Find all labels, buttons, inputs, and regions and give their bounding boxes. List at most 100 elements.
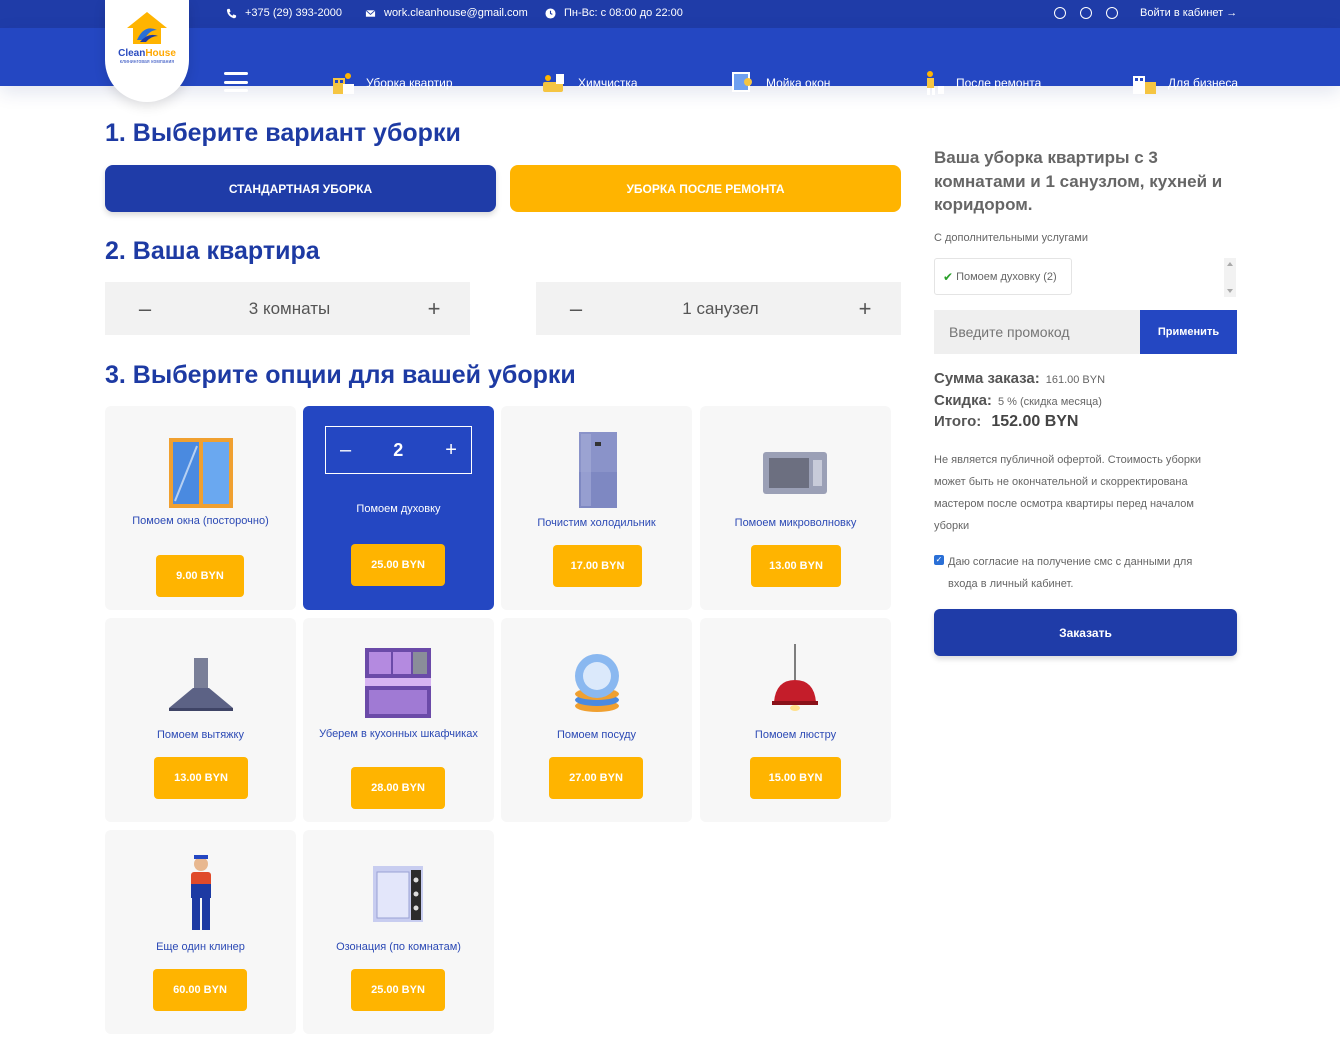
apply-promo-button[interactable]: Применить (1140, 310, 1237, 354)
nav-item-dry-cleaning[interactable]: Химчистка (540, 68, 638, 98)
mail-icon (365, 9, 376, 17)
offer-note: Не является публичной офертой. Стоимость… (934, 454, 1201, 532)
dishes-icon (575, 654, 619, 712)
option-label: Озонация (по комнатам) (336, 941, 461, 953)
promo-code-input[interactable] (934, 310, 1140, 354)
option-price-button[interactable]: 13.00 BYN (751, 545, 841, 587)
phone-text: +375 (29) 393-2000 (245, 7, 342, 19)
rooms-minus-button[interactable]: – (137, 296, 153, 322)
window-icon (169, 438, 233, 508)
order-sum-label: Сумма заказа: (934, 370, 1040, 387)
whatsapp-icon[interactable] (1054, 7, 1066, 19)
consent-checkbox[interactable]: ✓ (934, 555, 944, 565)
oven-quantity-stepper: – 2 + (325, 426, 472, 474)
bathrooms-minus-button[interactable]: – (568, 296, 584, 322)
order-sum-row: Сумма заказа: 161.00 BYN (934, 370, 1105, 387)
option-card-oven[interactable]: – 2 + Помоем духовку 25.00 BYN (303, 406, 494, 610)
nav-label: Для бизнеса (1168, 76, 1239, 90)
option-label: Еще один клинер (156, 941, 245, 953)
option-price-button[interactable]: 60.00 BYN (153, 969, 247, 1011)
working-hours: Пн-Вс: с 08:00 до 22:00 (545, 7, 683, 19)
extra-service-text: Помоем духовку (2) (956, 270, 1057, 283)
bathrooms-plus-button[interactable]: + (857, 296, 873, 322)
after-repair-cleaning-button[interactable]: Уборка после ремонта (510, 165, 901, 212)
scroll-down-icon[interactable] (1227, 289, 1233, 293)
business-icon (1133, 76, 1156, 94)
consent-text: Даю согласие на получение смс с данными … (948, 556, 1193, 590)
total-row: Итого: 152.00 BYN (934, 413, 1078, 431)
option-price-button[interactable]: 28.00 BYN (351, 767, 445, 809)
email-text: work.cleanhouse@gmail.com (384, 7, 528, 19)
social-links (1054, 7, 1118, 19)
option-card-ozonation[interactable]: Озонация (по комнатам) 25.00 BYN (303, 830, 494, 1034)
clock-icon (545, 7, 556, 19)
rooms-plus-button[interactable]: + (426, 296, 442, 322)
phone-link[interactable]: +375 (29) 393-2000 (226, 7, 342, 19)
option-label: Помоем духовку (356, 503, 441, 515)
step1-title: 1. Выберите вариант уборки (105, 119, 461, 147)
oven-minus-button[interactable]: – (340, 439, 351, 462)
total-value: 152.00 BYN (991, 413, 1079, 430)
post-renovation-icon (927, 71, 944, 95)
hood-icon (169, 658, 233, 711)
apartment-cleaning-icon (333, 73, 354, 94)
menu-icon[interactable] (224, 72, 248, 92)
extras-label: С дополнительными услугами (934, 232, 1088, 244)
sms-consent[interactable]: ✓ Даю согласие на получение смс с данным… (934, 551, 1224, 595)
top-bar: +375 (29) 393-2000 work.cleanhouse@gmail… (0, 0, 1340, 28)
option-card-chandelier[interactable]: Помоем люстру 15.00 BYN (700, 618, 891, 822)
option-card-microwave[interactable]: Помоем микроволновку 13.00 BYN (700, 406, 891, 610)
option-price-button[interactable]: 25.00 BYN (351, 969, 445, 1011)
nav-item-business[interactable]: Для бизнеса (1130, 68, 1238, 98)
nav-item-windows[interactable]: Мойка окон (728, 68, 830, 98)
option-price-button[interactable]: 9.00 BYN (156, 555, 244, 597)
logo[interactable]: CleanHouse клининговая компания (105, 0, 189, 102)
nav-label: Химчистка (578, 76, 638, 90)
option-card-fridge[interactable]: Почистим холодильник 17.00 BYN (501, 406, 692, 610)
bathrooms-value: 1 санузел (682, 298, 759, 318)
hours-text: Пн-Вс: с 08:00 до 22:00 (564, 7, 683, 19)
rooms-stepper: – 3 комнаты + (105, 282, 470, 335)
email-link[interactable]: work.cleanhouse@gmail.com (365, 7, 528, 19)
option-label: Помоем вытяжку (157, 729, 244, 741)
option-card-windows[interactable]: Помоем окна (посторочно) 9.00 BYN (105, 406, 296, 610)
oven-plus-button[interactable]: + (445, 439, 457, 462)
option-card-kitchen-cabinets[interactable]: Уберем в кухонных шкафчиках 28.00 BYN (303, 618, 494, 822)
chandelier-icon (772, 644, 818, 711)
standard-cleaning-button[interactable]: Стандартная уборка (105, 165, 496, 212)
option-card-hood[interactable]: Помоем вытяжку 13.00 BYN (105, 618, 296, 822)
bathrooms-stepper: – 1 санузел + (536, 282, 901, 335)
step3-title: 3. Выберите опции для вашей уборки (105, 361, 576, 389)
nav-item-after-repair[interactable]: После ремонта (918, 68, 1041, 98)
option-price-button[interactable]: 27.00 BYN (549, 757, 643, 799)
option-price-button[interactable]: 25.00 BYN (351, 544, 445, 586)
option-label: Помоем окна (посторочно) (132, 515, 269, 527)
option-price-button[interactable]: 13.00 BYN (154, 757, 248, 799)
option-price-button[interactable]: 15.00 BYN (750, 757, 841, 799)
cleaner-icon (191, 855, 211, 930)
option-card-dishes[interactable]: Помоем посуду 27.00 BYN (501, 618, 692, 822)
discount-value: 5 % (скидка месяца) (997, 396, 1102, 408)
nav-label: После ремонта (956, 76, 1042, 90)
dry-cleaning-icon (543, 74, 564, 92)
order-sum-value: 161.00 BYN (1045, 374, 1106, 386)
microwave-icon (763, 452, 827, 494)
option-label: Помоем люстру (754, 729, 837, 741)
scroll-up-icon[interactable] (1227, 262, 1233, 266)
telegram-icon[interactable] (1080, 7, 1092, 19)
extras-scrollbar[interactable] (1224, 258, 1236, 297)
nav-label: Уборка квартир (366, 76, 453, 90)
order-button[interactable]: Заказать (934, 609, 1237, 656)
option-card-extra-cleaner[interactable]: Еще один клинер 60.00 BYN (105, 830, 296, 1034)
total-label: Итого: (934, 413, 982, 430)
option-label: Помоем посуду (556, 729, 637, 741)
viber-icon[interactable] (1106, 7, 1118, 19)
nav-item-apartments[interactable]: Уборка квартир (328, 68, 453, 98)
discount-row: Скидка: 5 % (скидка месяца) (934, 392, 1102, 409)
login-link[interactable]: Войти в кабинет → (1140, 7, 1237, 19)
phone-icon (226, 8, 237, 18)
option-price-button[interactable]: 17.00 BYN (553, 545, 642, 587)
discount-label: Скидка: (934, 392, 992, 409)
ozonator-icon (373, 866, 423, 922)
option-label: Помоем микроволновку (734, 517, 857, 529)
